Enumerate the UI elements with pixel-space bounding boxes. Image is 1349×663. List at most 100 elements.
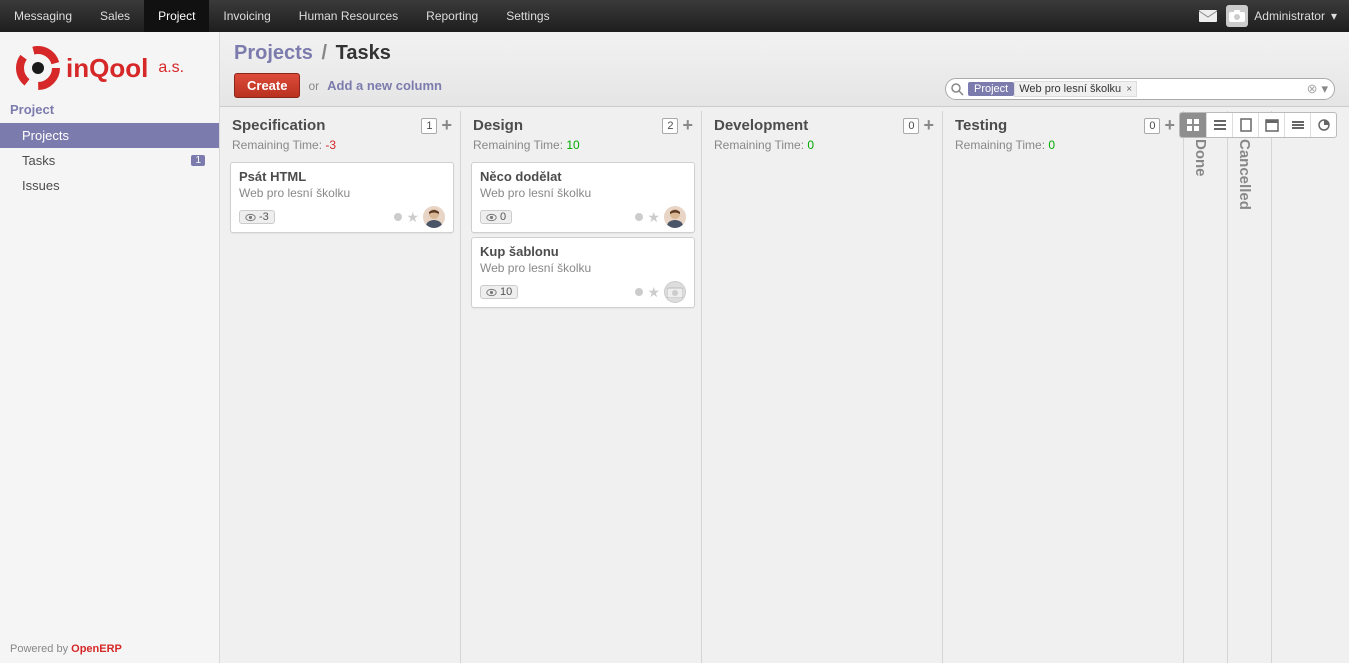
card-footer: 0★ — [480, 206, 686, 228]
logo-mark-icon — [16, 46, 60, 90]
kanban-column-collapsed-cancelled[interactable]: 0Cancelled — [1232, 111, 1272, 663]
chevron-down-icon: ▾ — [1331, 9, 1337, 23]
star-icon[interactable]: ★ — [406, 209, 419, 226]
card-project: Web pro lesní školku — [480, 186, 686, 200]
task-card[interactable]: Psát HTML Web pro lesní školku -3 ★ — [230, 162, 454, 233]
column-title[interactable]: Development — [714, 117, 808, 134]
logo-suffix: a.s. — [158, 59, 184, 77]
main: Projects / Tasks Create or Add a new col… — [220, 32, 1349, 663]
sidebar: inQool a.s. Project ProjectsTasks1Issues… — [0, 32, 220, 663]
view-kanban-button[interactable] — [1180, 113, 1206, 137]
card-footer: 10 ★ — [480, 281, 686, 303]
view-calendar-button[interactable] — [1258, 113, 1284, 137]
nav-item-reporting[interactable]: Reporting — [412, 0, 492, 32]
logo-text: inQool — [66, 53, 148, 84]
status-dot-icon[interactable] — [635, 288, 643, 296]
sidebar-badge: 1 — [191, 155, 205, 166]
column-subtitle: Remaining Time: 0 — [951, 138, 1179, 158]
kanban-column-collapsed-done[interactable]: 2Done — [1188, 111, 1228, 663]
user-avatar[interactable] — [423, 206, 445, 228]
nav-item-project[interactable]: Project — [144, 0, 209, 32]
kanban-column-specification: Specification1+Remaining Time: -3Psát HT… — [224, 111, 461, 663]
nav-item-human-resources[interactable]: Human Resources — [285, 0, 412, 32]
time-chip[interactable]: 0 — [480, 210, 512, 224]
sidebar-section: Project — [0, 96, 219, 123]
column-count: 0 — [903, 118, 919, 134]
view-graph-button[interactable] — [1310, 113, 1336, 137]
default-avatar-icon[interactable] — [664, 281, 686, 303]
column-subtitle: Remaining Time: 10 — [469, 138, 697, 158]
column-title: Cancelled — [1236, 133, 1253, 210]
or-text: or — [308, 79, 319, 93]
clock-icon — [486, 212, 497, 223]
breadcrumb-parent[interactable]: Projects — [234, 42, 313, 64]
camera-icon — [1226, 5, 1248, 27]
create-button[interactable]: Create — [234, 73, 300, 98]
view-gantt-button[interactable] — [1284, 113, 1310, 137]
time-chip[interactable]: -3 — [239, 210, 275, 224]
user-menu[interactable]: Administrator ▾ — [1226, 5, 1349, 27]
column-add-button[interactable]: + — [682, 115, 693, 136]
column-count: 0 — [1144, 118, 1160, 134]
nav-item-settings[interactable]: Settings — [492, 0, 563, 32]
card-title: Kup šablonu — [480, 244, 686, 259]
nav-item-invoicing[interactable]: Invoicing — [209, 0, 284, 32]
column-title: Done — [1192, 133, 1209, 177]
column-subtitle: Remaining Time: 0 — [710, 138, 938, 158]
search-clear-icon[interactable]: ⊗ — [1307, 81, 1318, 97]
card-title: Něco dodělat — [480, 169, 686, 184]
breadcrumb-sep: / — [322, 42, 328, 64]
view-list-button[interactable] — [1206, 113, 1232, 137]
clock-icon — [486, 287, 497, 298]
search-tag[interactable]: Project — [968, 82, 1014, 96]
column-count: 1 — [421, 118, 437, 134]
view-switcher — [1179, 112, 1337, 138]
kanban-column-testing: Testing 0+Remaining Time: 0 — [947, 111, 1184, 663]
status-dot-icon[interactable] — [635, 213, 643, 221]
footer-powered: Powered by — [10, 643, 68, 655]
search-box[interactable]: Project Web pro lesní školku × ⊗ ▾ — [945, 78, 1335, 100]
kanban-board: Specification1+Remaining Time: -3Psát HT… — [220, 107, 1349, 663]
sidebar-item-projects[interactable]: Projects — [0, 123, 219, 148]
card-project: Web pro lesní školku — [480, 261, 686, 275]
star-icon[interactable]: ★ — [647, 209, 660, 226]
column-title[interactable]: Specification — [232, 117, 325, 134]
column-add-button[interactable]: + — [923, 115, 934, 136]
sidebar-item-tasks[interactable]: Tasks1 — [0, 148, 219, 173]
column-title[interactable]: Design — [473, 117, 523, 134]
search-icon — [950, 82, 964, 96]
card-title: Psát HTML — [239, 169, 445, 184]
user-avatar[interactable] — [664, 206, 686, 228]
logo[interactable]: inQool a.s. — [0, 32, 219, 96]
add-column-link[interactable]: Add a new column — [327, 78, 442, 93]
task-card[interactable]: Kup šablonu Web pro lesní školku 10 ★ — [471, 237, 695, 308]
footer-brand: OpenERP — [71, 643, 122, 655]
nav-item-messaging[interactable]: Messaging — [0, 0, 86, 32]
column-title[interactable]: Testing — [955, 117, 1007, 134]
nav-item-sales[interactable]: Sales — [86, 0, 144, 32]
sidebar-item-issues[interactable]: Issues — [0, 173, 219, 198]
column-add-button[interactable]: + — [1164, 115, 1175, 136]
column-count: 2 — [662, 118, 678, 134]
breadcrumb-current: Tasks — [336, 42, 391, 64]
top-nav: MessagingSalesProjectInvoicingHuman Reso… — [0, 0, 1349, 32]
search-tag-value: Web pro lesní školku × — [1014, 81, 1137, 97]
star-icon[interactable]: ★ — [647, 284, 660, 301]
time-chip[interactable]: 10 — [480, 285, 518, 299]
task-card[interactable]: Něco dodělatWeb pro lesní školku0★ — [471, 162, 695, 233]
search-tag-remove[interactable]: × — [1126, 84, 1132, 95]
user-name: Administrator — [1254, 9, 1325, 23]
kanban-column-development: Development 0+Remaining Time: 0 — [706, 111, 943, 663]
breadcrumb: Projects / Tasks — [234, 42, 1335, 65]
status-dot-icon[interactable] — [394, 213, 402, 221]
header: Projects / Tasks Create or Add a new col… — [220, 32, 1349, 107]
column-add-button[interactable]: + — [441, 115, 452, 136]
mail-icon[interactable] — [1198, 9, 1218, 23]
view-form-button[interactable] — [1232, 113, 1258, 137]
search-options-icon[interactable]: ▾ — [1321, 81, 1328, 97]
kanban-column-design: Design 2+Remaining Time: 10 Něco dodělat We… — [465, 111, 702, 663]
card-project: Web pro lesní školku — [239, 186, 445, 200]
clock-icon — [245, 212, 256, 223]
card-footer: -3 ★ — [239, 206, 445, 228]
footer: Powered by OpenERP — [0, 635, 219, 663]
